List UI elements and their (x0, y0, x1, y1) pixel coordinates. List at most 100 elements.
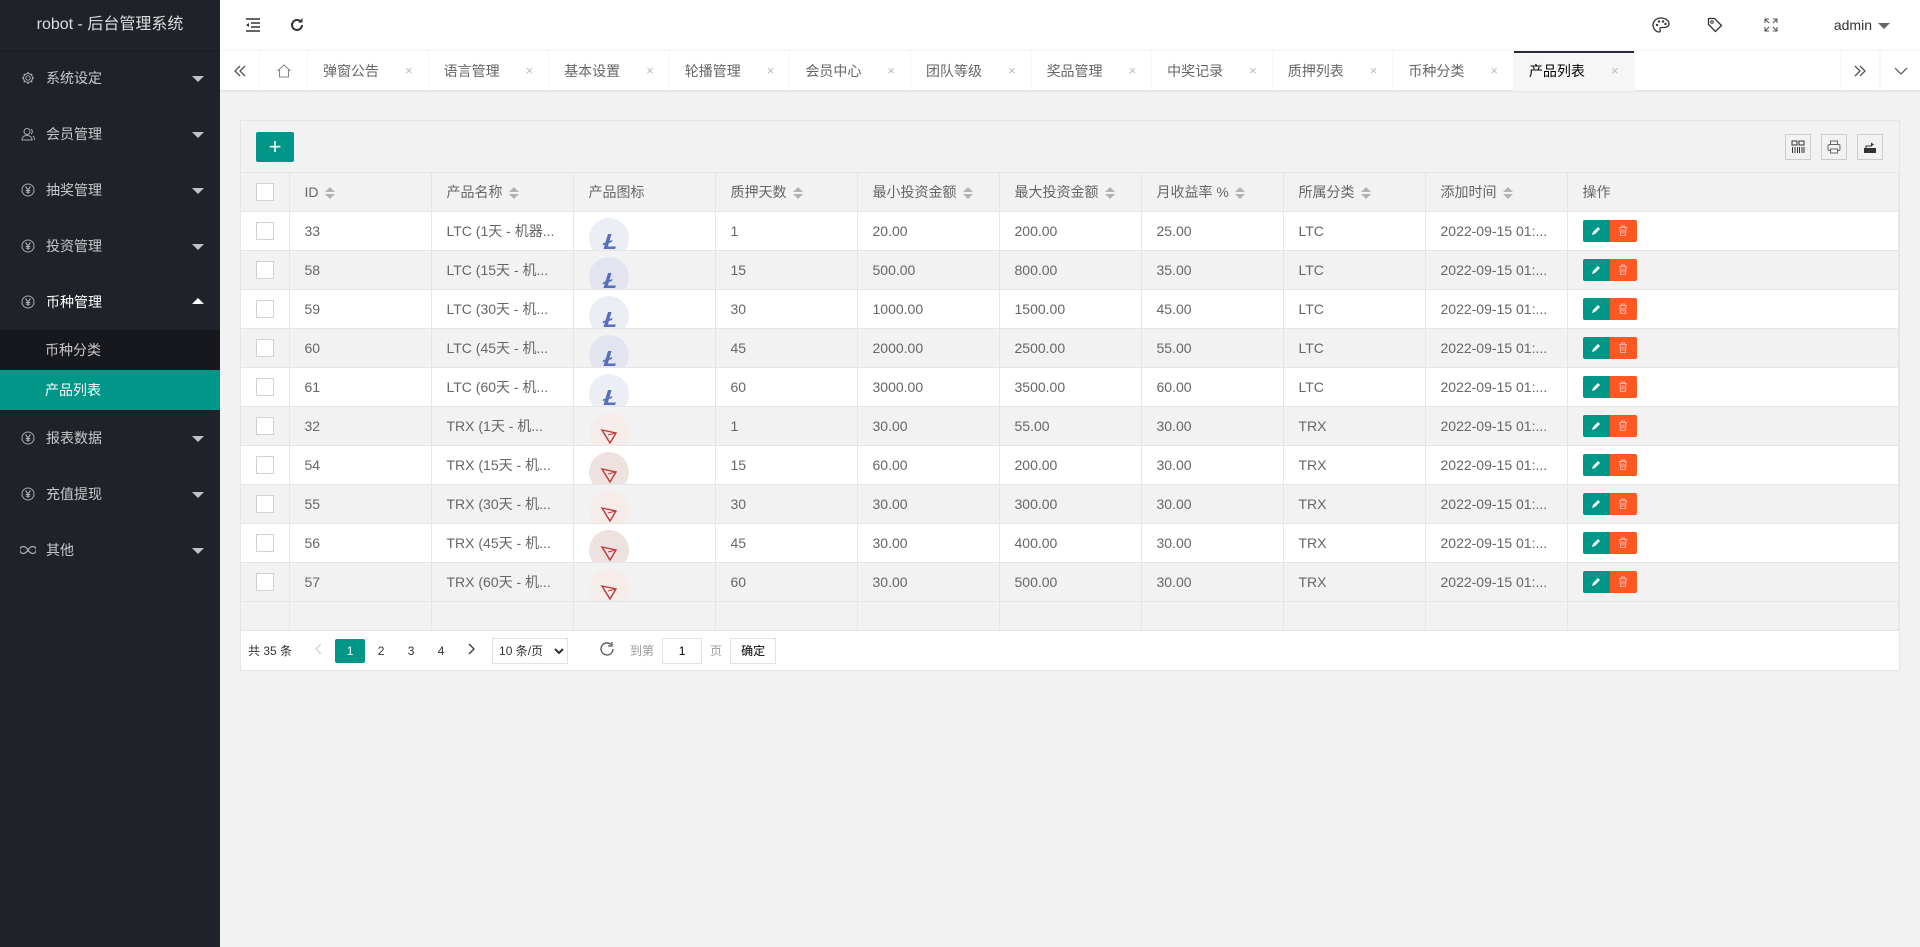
tab-8[interactable]: 质押列表 × (1273, 51, 1394, 91)
row-checkbox[interactable] (255, 299, 274, 318)
close-icon[interactable]: × (1008, 51, 1016, 91)
sort-icon[interactable] (1360, 186, 1371, 200)
sort-icon[interactable] (962, 186, 973, 200)
delete-button[interactable] (1609, 336, 1637, 359)
refresh-icon[interactable] (272, 0, 322, 50)
tab-9[interactable]: 币种分类 × (1393, 51, 1514, 91)
sidebar-item-2[interactable]: 抽奖管理 (0, 162, 220, 218)
edit-button[interactable] (1582, 531, 1610, 554)
tabs-scroll-left-icon[interactable] (220, 51, 260, 91)
page-link-1[interactable]: 1 (335, 638, 366, 663)
column-header-7[interactable]: 所属分类 (1283, 173, 1426, 212)
row-checkbox[interactable] (255, 455, 274, 474)
sidebar-item-1[interactable]: 会员管理 (0, 106, 220, 162)
export-icon[interactable] (1857, 134, 1883, 160)
close-icon[interactable]: × (526, 51, 534, 91)
row-checkbox[interactable] (255, 533, 274, 552)
column-header-1[interactable]: 产品名称 (431, 173, 574, 212)
tab-3[interactable]: 轮播管理 × (670, 51, 791, 91)
sidebar-subitem-1[interactable]: 产品列表 (0, 370, 220, 410)
tab-1[interactable]: 语言管理 × (429, 51, 550, 91)
goto-page-input[interactable] (662, 637, 703, 664)
edit-button[interactable] (1582, 375, 1610, 398)
sidebar-subitem-0[interactable]: 币种分类 (0, 330, 220, 370)
tab-home[interactable] (260, 51, 308, 91)
edit-button[interactable] (1582, 453, 1610, 476)
pager-refresh-icon[interactable] (598, 640, 616, 661)
tab-4[interactable]: 会员中心 × (790, 51, 911, 91)
edit-button[interactable] (1582, 336, 1610, 359)
edit-button[interactable] (1582, 570, 1610, 593)
column-header-6[interactable]: 月收益率 % (1141, 173, 1284, 212)
column-header-8[interactable]: 添加时间 (1425, 173, 1568, 212)
sort-icon[interactable] (1502, 186, 1513, 200)
tab-7[interactable]: 中奖记录 × (1152, 51, 1273, 91)
column-header-4[interactable]: 最小投资金额 (857, 173, 1000, 212)
add-button[interactable]: + (256, 132, 294, 162)
sidebar-item-0[interactable]: 系统设定 (0, 50, 220, 106)
delete-button[interactable] (1609, 219, 1637, 242)
edit-button[interactable] (1582, 219, 1610, 242)
close-icon[interactable]: × (646, 51, 654, 91)
close-icon[interactable]: × (1249, 51, 1257, 91)
menu-collapse-icon[interactable] (228, 0, 278, 50)
delete-button[interactable] (1609, 531, 1637, 554)
sort-icon[interactable] (508, 186, 519, 200)
close-icon[interactable]: × (1129, 51, 1137, 91)
column-header-0[interactable]: ID (289, 173, 432, 212)
next-page-icon[interactable] (456, 643, 486, 658)
sidebar-item-5[interactable]: 报表数据 (0, 410, 220, 466)
sort-icon[interactable] (324, 186, 335, 200)
page-size-select[interactable]: 10 条/页 (492, 637, 569, 664)
edit-button[interactable] (1582, 297, 1610, 320)
tabs-dropdown-icon[interactable] (1880, 51, 1920, 91)
edit-button[interactable] (1582, 258, 1610, 281)
row-checkbox[interactable] (255, 338, 274, 357)
close-icon[interactable]: × (405, 51, 413, 91)
delete-button[interactable] (1609, 258, 1637, 281)
column-header-5[interactable]: 最大投资金额 (999, 173, 1142, 212)
edit-button[interactable] (1582, 414, 1610, 437)
close-icon[interactable]: × (1490, 51, 1498, 91)
sidebar-item-4[interactable]: 币种管理 (0, 274, 220, 330)
sidebar-item-3[interactable]: 投资管理 (0, 218, 220, 274)
edit-button[interactable] (1582, 492, 1610, 515)
tab-0[interactable]: 弹窗公告 × (308, 51, 429, 91)
row-checkbox[interactable] (255, 416, 274, 435)
user-menu[interactable]: admin (1834, 0, 1890, 50)
delete-button[interactable] (1609, 375, 1637, 398)
delete-button[interactable] (1609, 414, 1637, 437)
tab-2[interactable]: 基本设置 × (549, 51, 670, 91)
row-checkbox[interactable] (255, 494, 274, 513)
palette-icon[interactable] (1636, 0, 1686, 50)
prev-page-icon[interactable] (304, 643, 334, 658)
row-checkbox[interactable] (255, 260, 274, 279)
close-icon[interactable]: × (767, 51, 775, 91)
sidebar-item-6[interactable]: 充值提现 (0, 466, 220, 522)
fullscreen-icon[interactable] (1746, 0, 1796, 50)
tab-10[interactable]: 产品列表 × (1513, 51, 1635, 91)
row-checkbox[interactable] (255, 221, 274, 240)
goto-confirm-button[interactable]: 确定 (730, 637, 777, 664)
tab-5[interactable]: 团队等级 × (911, 51, 1032, 91)
sort-icon[interactable] (1104, 186, 1115, 200)
delete-button[interactable] (1609, 570, 1637, 593)
delete-button[interactable] (1609, 453, 1637, 476)
columns-filter-icon[interactable] (1785, 134, 1811, 160)
delete-button[interactable] (1609, 297, 1637, 320)
row-checkbox[interactable] (255, 572, 274, 591)
row-checkbox[interactable] (255, 377, 274, 396)
page-link-4[interactable]: 4 (427, 639, 455, 663)
page-link-2[interactable]: 2 (367, 639, 395, 663)
sidebar-item-7[interactable]: 其他 (0, 522, 220, 578)
delete-button[interactable] (1609, 492, 1637, 515)
sort-icon[interactable] (792, 186, 803, 200)
close-icon[interactable]: × (1611, 51, 1619, 91)
select-all-checkbox[interactable] (255, 182, 274, 201)
tag-icon[interactable] (1690, 0, 1740, 50)
close-icon[interactable]: × (887, 51, 895, 91)
sort-icon[interactable] (1234, 186, 1245, 200)
print-icon[interactable] (1821, 134, 1847, 160)
page-link-3[interactable]: 3 (397, 639, 425, 663)
close-icon[interactable]: × (1370, 51, 1378, 91)
